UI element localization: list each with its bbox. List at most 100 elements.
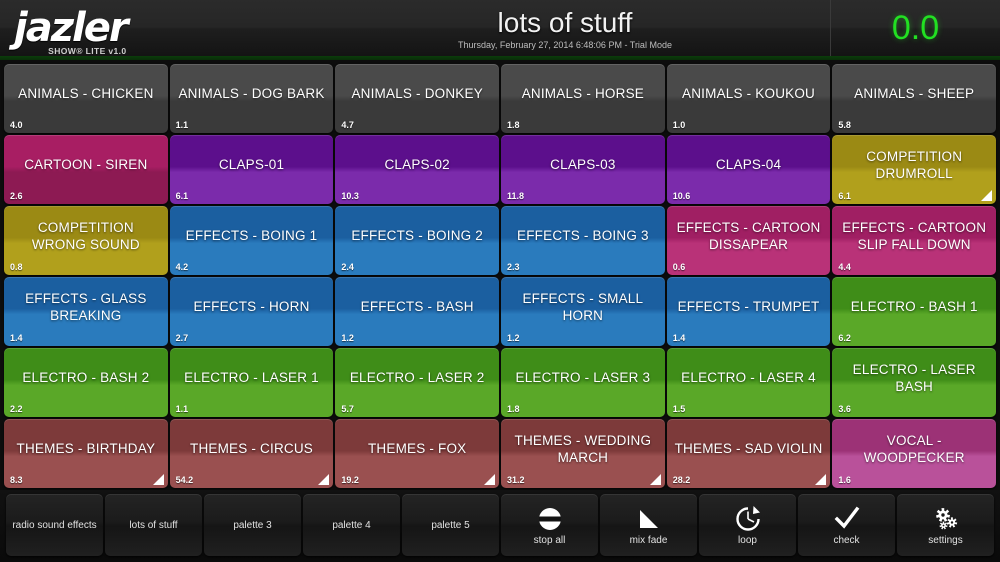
- sound-pad[interactable]: ELECTRO - LASER 1 1.1: [169, 348, 334, 417]
- action-button-label: loop: [738, 535, 757, 546]
- sound-pad-title: ANIMALS - SHEEP: [854, 86, 975, 101]
- palette-tab[interactable]: palette 5: [402, 494, 499, 556]
- sound-pad[interactable]: ELECTRO - BASH 2 2.2: [4, 348, 168, 417]
- sound-pad[interactable]: CLAPS-02 10.3: [335, 135, 500, 204]
- app-header: jazler SHOW® LITE v1.0 lots of stuff Thu…: [0, 0, 1000, 60]
- pad-row: ANIMALS - CHICKEN 4.0 ANIMALS - DOG BARK 1.…: [4, 64, 997, 133]
- sound-pad-title: ANIMALS - DOG BARK: [178, 86, 325, 101]
- pad-row: CARTOON - SIREN 2.6 CLAPS-01 6.1 CLAPS-02 10.…: [4, 135, 997, 204]
- action-button-stop-all[interactable]: stop all: [501, 494, 598, 556]
- sound-pad-title: THEMES - FOX: [367, 441, 467, 456]
- sound-pad-title: VOCAL - WOODPECKER: [863, 432, 965, 465]
- palette-tab-label: palette 5: [431, 519, 470, 531]
- action-button-loop[interactable]: loop: [699, 494, 796, 556]
- sound-pad-title: COMPETITION DRUMROLL: [866, 148, 963, 181]
- sound-pad[interactable]: EFFECTS - BOING 2 2.4: [335, 206, 500, 275]
- logo-wordmark: jazler: [14, 5, 129, 51]
- action-button-settings[interactable]: settings: [897, 494, 994, 556]
- palette-tab[interactable]: radio sound effects: [6, 494, 103, 556]
- sound-pad[interactable]: ANIMALS - HORSE 1.8: [501, 64, 665, 133]
- sound-pad[interactable]: ANIMALS - KOUKOU 1.0: [666, 64, 831, 133]
- sound-pad[interactable]: COMPETITION DRUMROLL 6.1: [832, 135, 997, 204]
- sound-pad[interactable]: EFFECTS - BOING 1 4.2: [169, 206, 334, 275]
- sound-pad-duration: 2.4: [341, 262, 354, 272]
- sound-pad[interactable]: EFFECTS - GLASS BREAKING 1.4: [4, 277, 168, 346]
- action-button-label: mix fade: [629, 535, 668, 546]
- sound-pad[interactable]: CLAPS-03 11.8: [501, 135, 665, 204]
- sound-pad-duration: 1.2: [507, 333, 520, 343]
- sound-pad[interactable]: COMPETITION WRONG SOUND 0.8: [4, 206, 168, 275]
- palette-tab[interactable]: lots of stuff: [105, 494, 202, 556]
- sound-pad[interactable]: ANIMALS - DONKEY 4.7: [335, 64, 500, 133]
- sound-pad-title: THEMES - CIRCUS: [190, 441, 314, 456]
- sound-pad-title: ANIMALS - KOUKOU: [682, 86, 816, 101]
- sound-pad-title: COMPETITION WRONG SOUND: [31, 219, 140, 252]
- fade-marker-icon: [649, 474, 661, 485]
- sound-pad[interactable]: ANIMALS - SHEEP 5.8: [832, 64, 997, 133]
- palette-tab[interactable]: palette 3: [204, 494, 301, 556]
- sound-pad-duration: 2.6: [10, 191, 23, 201]
- sound-pad-title: EFFECTS - CARTOON DISSAPEAR: [676, 219, 821, 252]
- palette-tab-strip: radio sound effects lots of stuff palette …: [6, 494, 499, 556]
- sound-pad[interactable]: EFFECTS - SMALL HORN 1.2: [501, 277, 665, 346]
- sound-pad-title: ANIMALS - HORSE: [521, 86, 644, 101]
- sound-pad-title: EFFECTS - BOING 3: [517, 228, 649, 243]
- sound-pad[interactable]: THEMES - CIRCUS 54.2: [169, 419, 334, 488]
- sound-pad[interactable]: EFFECTS - HORN 2.7: [169, 277, 334, 346]
- sound-pad[interactable]: EFFECTS - TRUMPET 1.4: [666, 277, 831, 346]
- sound-pad-title: ELECTRO - LASER 3: [515, 370, 651, 385]
- fade-marker-icon: [152, 474, 164, 485]
- sound-pad-title: EFFECTS - GLASS BREAKING: [25, 290, 147, 323]
- sound-pad[interactable]: EFFECTS - BASH 1.2: [335, 277, 500, 346]
- sound-pad-title: EFFECTS - CARTOON SLIP FALL DOWN: [842, 219, 987, 252]
- sound-pad[interactable]: CARTOON - SIREN 2.6: [4, 135, 168, 204]
- sound-pad[interactable]: ANIMALS - DOG BARK 1.1: [169, 64, 334, 133]
- sound-pad[interactable]: THEMES - BIRTHDAY 8.3: [4, 419, 168, 488]
- sound-pad[interactable]: EFFECTS - CARTOON DISSAPEAR 0.6: [666, 206, 831, 275]
- page-subtitle: Thursday, February 27, 2014 6:48:06 PM -…: [458, 39, 672, 50]
- sound-pad[interactable]: ELECTRO - LASER BASH 3.6: [832, 348, 997, 417]
- sound-pad[interactable]: THEMES - SAD VIOLIN 28.2: [666, 419, 831, 488]
- sound-pad-duration: 54.2: [175, 475, 194, 485]
- sound-pad-duration: 1.1: [175, 120, 189, 130]
- sound-pad[interactable]: ELECTRO - LASER 2 5.7: [335, 348, 500, 417]
- sound-pad-duration: 4.7: [341, 120, 354, 130]
- stop-all-icon: [536, 504, 564, 534]
- check-icon: [833, 504, 861, 534]
- sound-pad-title: CLAPS-03: [550, 157, 616, 172]
- fade-marker-icon: [981, 190, 993, 201]
- sound-pad[interactable]: EFFECTS - CARTOON SLIP FALL DOWN 4.4: [832, 206, 997, 275]
- sound-pad[interactable]: ELECTRO - BASH 1 6.2: [832, 277, 997, 346]
- sound-pad-title: CLAPS-01: [218, 157, 285, 172]
- sound-pad-duration: 4.4: [838, 262, 851, 272]
- sound-pad-duration: 2.2: [10, 404, 23, 414]
- sound-pad[interactable]: EFFECTS - BOING 3 2.3: [501, 206, 665, 275]
- sound-pad[interactable]: CLAPS-01 6.1: [169, 135, 334, 204]
- sound-pad-duration: 2.3: [507, 262, 520, 272]
- sound-pad-duration: 10.3: [341, 191, 359, 201]
- action-button-strip: stop all mix fade loop check settings: [501, 494, 994, 556]
- sound-pad[interactable]: THEMES - WEDDING MARCH 31.2: [501, 419, 665, 488]
- sound-pad-duration: 0.8: [10, 262, 23, 272]
- sound-pad-duration: 0.6: [672, 262, 686, 272]
- action-button-check[interactable]: check: [798, 494, 895, 556]
- sound-pad[interactable]: ELECTRO - LASER 3 1.8: [501, 348, 665, 417]
- palette-tab[interactable]: palette 4: [303, 494, 400, 556]
- page-title-block: lots of stuff Thursday, February 27, 201…: [300, 7, 830, 50]
- sound-pad-duration: 5.7: [341, 404, 354, 414]
- palette-tab-label: lots of stuff: [129, 519, 178, 531]
- sound-pad-title: ELECTRO - LASER BASH: [852, 361, 976, 394]
- sound-pad[interactable]: ELECTRO - LASER 4 1.5: [666, 348, 831, 417]
- palette-tab-label: palette 3: [233, 519, 272, 531]
- action-button-mix-fade[interactable]: mix fade: [600, 494, 697, 556]
- fade-marker-icon: [484, 474, 496, 485]
- sound-pad-duration: 2.7: [175, 333, 189, 343]
- sound-pad-title: EFFECTS - BASH: [360, 299, 474, 314]
- pad-row: THEMES - BIRTHDAY 8.3 THEMES - CIRCUS 54.2 T…: [4, 419, 997, 488]
- sound-pad[interactable]: CLAPS-04 10.6: [666, 135, 831, 204]
- sound-pad-title: ELECTRO - BASH 2: [22, 370, 150, 385]
- sound-pad[interactable]: THEMES - FOX 19.2: [335, 419, 500, 488]
- sound-pad-duration: 6.1: [838, 191, 851, 201]
- sound-pad[interactable]: ANIMALS - CHICKEN 4.0: [4, 64, 168, 133]
- sound-pad[interactable]: VOCAL - WOODPECKER 1.6: [832, 419, 997, 488]
